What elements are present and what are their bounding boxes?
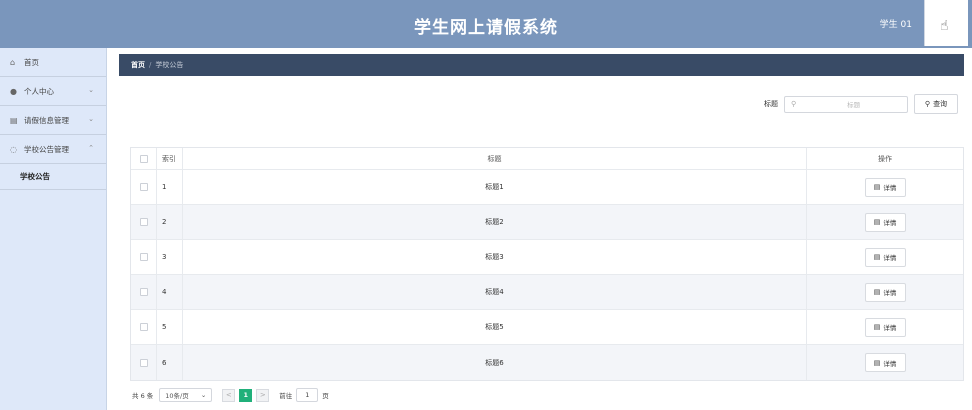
- user-name[interactable]: 学生 01: [880, 17, 912, 30]
- detail-button-label: 详情: [883, 184, 897, 192]
- row-checkbox[interactable]: [139, 323, 148, 331]
- user-icon: ●: [10, 86, 17, 96]
- header-title: 标题: [487, 154, 502, 163]
- row-checkbox[interactable]: [139, 358, 148, 367]
- chevron-down-icon: ⌄: [88, 115, 94, 123]
- detail-button[interactable]: ▤ 详情: [864, 247, 906, 267]
- row-index: 6: [156, 345, 183, 380]
- row-checkbox[interactable]: [139, 288, 148, 296]
- row-checkbox[interactable]: [139, 183, 148, 191]
- detail-button-label: 详情: [883, 289, 897, 297]
- goto-page: 前往 1 页: [279, 388, 329, 402]
- bank-icon: ▤: [10, 115, 18, 125]
- pagination-total: 共 6 条: [132, 392, 154, 400]
- detail-button-label: 详情: [883, 359, 897, 368]
- goto-suffix: 页: [322, 392, 329, 400]
- search-button-label: 查询: [933, 100, 948, 108]
- hand-pointer-icon: ☝: [940, 18, 949, 34]
- page-size-value: 10条/页: [165, 392, 189, 400]
- detail-button[interactable]: ▤ 详情: [864, 317, 906, 337]
- sidebar: ⌂ 首页 ● 个人中心 ⌄ ▤ 请假信息管理 ⌄ ◌ 学校公告管理 ⌃ 学校公告: [0, 48, 107, 410]
- row-checkbox[interactable]: [139, 218, 148, 226]
- table-row: 5 标题5 ▤ 详情: [131, 310, 963, 345]
- chevron-down-icon: ⌄: [88, 86, 94, 94]
- table-row: 3 标题3 ▤ 详情: [131, 240, 963, 275]
- sidebar-item-notice-management[interactable]: ◌ 学校公告管理 ⌃: [0, 135, 106, 164]
- row-index: 5: [156, 310, 183, 344]
- document-icon: ▤: [873, 218, 881, 226]
- sidebar-item-leave-management[interactable]: ▤ 请假信息管理 ⌄: [0, 106, 106, 135]
- detail-button-label: 详情: [883, 219, 897, 227]
- search-button[interactable]: ⚲ 查询: [914, 94, 958, 114]
- row-title: 标题2: [485, 218, 504, 226]
- row-title: 标题3: [485, 253, 504, 261]
- breadcrumb-home[interactable]: 首页: [131, 60, 145, 70]
- sidebar-item-label: 首页: [24, 57, 39, 67]
- page-size-select[interactable]: 10条/页 ⌄: [159, 388, 213, 402]
- table-row: 1 标题1 ▤ 详情: [131, 170, 963, 205]
- document-icon: ▤: [873, 358, 881, 367]
- table-row: 2 标题2 ▤ 详情: [131, 205, 963, 240]
- row-title: 标题6: [485, 358, 504, 367]
- next-page-button[interactable]: >: [256, 388, 270, 402]
- main-content: 首页 / 学校公告 标题 ⚲ 标题 ⚲ 查询 索引 标题 操作 1 标题1 ▤ 详…: [119, 48, 972, 410]
- search-bar: 标题 ⚲ 标题 ⚲ 查询: [764, 94, 958, 114]
- app-title: 学生网上请假系统: [414, 18, 558, 38]
- user-menu-box[interactable]: ☝: [924, 0, 968, 46]
- detail-button-label: 详情: [883, 254, 897, 262]
- row-index: 1: [156, 170, 183, 204]
- sidebar-subitem-school-notice[interactable]: 学校公告: [0, 164, 106, 190]
- breadcrumb: 首页 / 学校公告: [119, 54, 964, 76]
- header-ops: 操作: [806, 148, 963, 169]
- search-icon: ⚲: [924, 100, 931, 108]
- goto-page-input[interactable]: 1: [296, 388, 319, 402]
- notice-table: 索引 标题 操作 1 标题1 ▤ 详情 2 标题2 ▤ 详情 3 标题3 ▤ 详情 4…: [130, 147, 964, 381]
- search-icon: ⚲: [791, 100, 797, 108]
- home-icon: ⌂: [10, 57, 16, 67]
- detail-button-label: 详情: [883, 324, 897, 332]
- breadcrumb-current: 学校公告: [155, 61, 184, 69]
- sidebar-item-label: 个人中心: [24, 86, 54, 96]
- detail-button[interactable]: ▤ 详情: [864, 282, 906, 302]
- row-index: 4: [156, 275, 183, 309]
- prev-page-button[interactable]: <: [222, 388, 236, 402]
- table-row: 6 标题6 ▤ 详情: [131, 345, 963, 380]
- header-index: 索引: [156, 148, 183, 169]
- detail-button[interactable]: ▤ 详情: [864, 177, 906, 197]
- table-header-row: 索引 标题 操作: [131, 148, 963, 170]
- row-title: 标题4: [485, 288, 504, 296]
- top-header: 学生网上请假系统 学生 01 ☝: [0, 0, 972, 48]
- document-icon: ▤: [873, 253, 881, 261]
- row-index: 3: [156, 240, 183, 274]
- table-row: 4 标题4 ▤ 详情: [131, 275, 963, 310]
- row-checkbox[interactable]: [139, 253, 148, 261]
- sidebar-item-profile[interactable]: ● 个人中心 ⌄: [0, 77, 106, 106]
- document-icon: ▤: [873, 183, 881, 191]
- pagination: 共 6 条 10条/页 ⌄ < 1 > 前往 1 页: [132, 388, 329, 402]
- document-icon: ▤: [873, 288, 881, 296]
- page-number-current[interactable]: 1: [239, 388, 253, 402]
- breadcrumb-separator: /: [149, 61, 152, 69]
- chevron-up-icon: ⌃: [88, 144, 94, 152]
- row-title: 标题1: [485, 183, 504, 191]
- search-label: 标题: [764, 100, 778, 108]
- sidebar-item-label: 请假信息管理: [24, 115, 69, 125]
- detail-button[interactable]: ▤ 详情: [864, 212, 906, 232]
- row-title: 标题5: [485, 323, 504, 331]
- search-input[interactable]: ⚲ 标题: [784, 95, 908, 113]
- goto-prefix: 前往: [279, 392, 293, 400]
- document-icon: ▤: [873, 323, 881, 331]
- sidebar-item-label: 学校公告管理: [24, 144, 69, 154]
- row-index: 2: [156, 205, 183, 239]
- search-placeholder: 标题: [847, 101, 861, 109]
- sidebar-item-home[interactable]: ⌂ 首页: [0, 48, 106, 77]
- detail-button[interactable]: ▤ 详情: [864, 353, 906, 372]
- globe-icon: ◌: [10, 144, 17, 154]
- select-all-checkbox[interactable]: [139, 154, 148, 163]
- chevron-down-icon: ⌄: [200, 391, 207, 399]
